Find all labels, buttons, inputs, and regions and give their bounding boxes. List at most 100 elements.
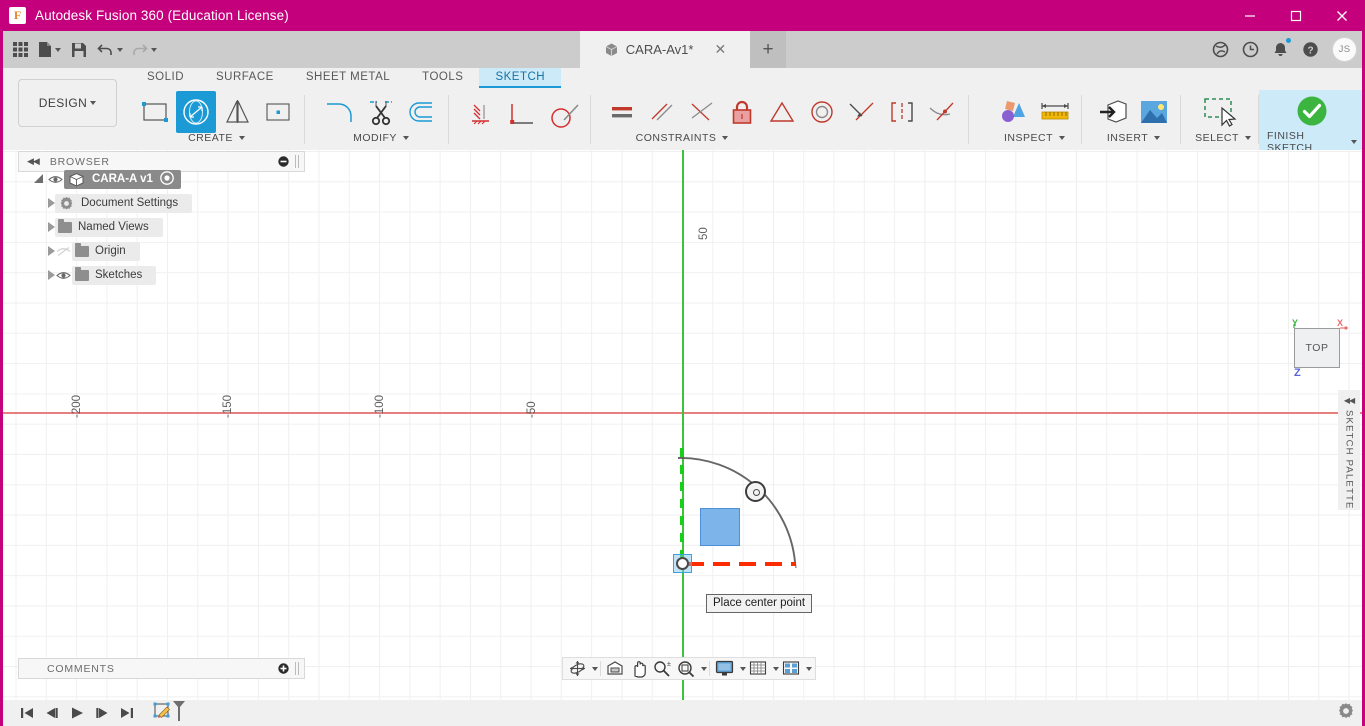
- equal-constraint-icon[interactable]: [762, 91, 802, 133]
- line-mirror-icon[interactable]: [217, 91, 257, 133]
- tree-row-origin[interactable]: Origin: [30, 239, 300, 263]
- chevron-down-icon[interactable]: [90, 101, 97, 105]
- redo-icon[interactable]: [127, 35, 161, 65]
- new-tab-button[interactable]: +: [750, 31, 786, 68]
- workspace-switcher-button[interactable]: DESIGN: [18, 79, 117, 127]
- tab-sheet-metal[interactable]: SHEET METAL: [290, 68, 406, 88]
- expand-triangle-open-icon[interactable]: [34, 173, 43, 183]
- expand-triangle-icon[interactable]: [48, 198, 55, 208]
- chevron-down-icon[interactable]: [592, 666, 598, 671]
- pan-icon[interactable]: [627, 658, 650, 679]
- chevron-down-icon[interactable]: [1351, 140, 1357, 144]
- tree-row-sketches-fill[interactable]: Sketches: [72, 265, 157, 285]
- help-icon[interactable]: ?: [1296, 35, 1324, 65]
- circle-icon[interactable]: [176, 91, 216, 133]
- horizontal-vertical-constraint-icon[interactable]: [602, 91, 642, 133]
- point-icon[interactable]: [258, 91, 298, 133]
- grid-snaps-icon[interactable]: [746, 658, 770, 679]
- offset-icon[interactable]: [402, 91, 442, 133]
- chevron-down-icon[interactable]: [722, 136, 729, 140]
- tree-row-named-views-fill[interactable]: Named Views: [55, 217, 163, 237]
- sketch-palette-collapsed[interactable]: ◀◀ SKETCH PALETTE: [1338, 390, 1360, 510]
- step-back-icon[interactable]: [39, 701, 64, 725]
- measure-icon[interactable]: [1035, 91, 1075, 133]
- interference-icon[interactable]: [994, 91, 1034, 133]
- chevron-down-icon[interactable]: [117, 47, 123, 52]
- tree-row-sketches[interactable]: Sketches: [30, 263, 300, 287]
- add-comment-button[interactable]: [278, 663, 289, 674]
- concentric-constraint-icon[interactable]: [802, 91, 842, 133]
- activate-component-radio[interactable]: [160, 170, 174, 188]
- expand-triangle-icon[interactable]: [48, 222, 55, 232]
- extensions-icon[interactable]: [1206, 35, 1234, 65]
- orbit-icon[interactable]: [566, 658, 589, 679]
- insert-derive-icon[interactable]: [1093, 91, 1133, 133]
- tab-solid[interactable]: SOLID: [131, 68, 200, 88]
- trim-icon[interactable]: [361, 91, 401, 133]
- minimize-button[interactable]: [1227, 0, 1273, 31]
- display-settings-icon[interactable]: [712, 658, 737, 679]
- app-grid-icon[interactable]: [6, 35, 34, 65]
- comments-bar[interactable]: COMMENTS: [18, 658, 305, 679]
- go-to-end-icon[interactable]: [114, 701, 139, 725]
- comments-resize-grip[interactable]: [295, 662, 300, 675]
- maximize-button[interactable]: [1273, 0, 1319, 31]
- zoom-icon[interactable]: ±: [650, 658, 674, 679]
- chevron-down-icon[interactable]: [402, 136, 409, 140]
- play-icon[interactable]: [64, 701, 89, 725]
- tree-row-document-settings-fill[interactable]: Document Settings: [55, 193, 193, 213]
- tab-sketch[interactable]: SKETCH: [479, 68, 562, 88]
- close-icon[interactable]: ✕: [714, 41, 726, 58]
- new-file-icon[interactable]: [34, 35, 65, 65]
- tree-row-document-settings[interactable]: Document Settings: [30, 191, 300, 215]
- collapse-left-icon[interactable]: ◀◀: [27, 156, 40, 167]
- rectangle-icon[interactable]: [135, 91, 175, 133]
- timeline-feature-sketch[interactable]: [151, 700, 185, 726]
- finish-sketch-check-icon[interactable]: [1277, 90, 1347, 132]
- tab-tools[interactable]: TOOLS: [406, 68, 479, 88]
- clock-icon[interactable]: [1236, 35, 1264, 65]
- step-forward-icon[interactable]: [89, 701, 114, 725]
- visibility-eye-icon[interactable]: [47, 172, 64, 187]
- chevron-down-icon[interactable]: [238, 136, 245, 140]
- perpendicular-constraint-icon[interactable]: [682, 91, 722, 133]
- tree-row-component[interactable]: CARA-A v1: [30, 167, 300, 191]
- curvature-constraint-icon[interactable]: [922, 91, 962, 133]
- chevron-down-icon[interactable]: [1154, 136, 1161, 140]
- expand-triangle-icon[interactable]: [48, 270, 55, 280]
- tab-surface[interactable]: SURFACE: [200, 68, 290, 88]
- panel-finish-sketch[interactable]: FINISH SKETCH: [1259, 90, 1365, 154]
- save-icon[interactable]: [65, 35, 93, 65]
- fillet-icon[interactable]: [320, 91, 360, 133]
- construction-line-icon[interactable]: [503, 95, 543, 137]
- visibility-eye-hidden-icon[interactable]: [55, 244, 72, 259]
- tree-row-named-views[interactable]: Named Views: [30, 215, 300, 239]
- viewports-icon[interactable]: [779, 658, 803, 679]
- symmetry-constraint-icon[interactable]: [882, 91, 922, 133]
- collapse-right-icon[interactable]: ◀◀: [1344, 396, 1355, 405]
- close-button[interactable]: [1319, 0, 1365, 31]
- chevron-down-icon[interactable]: [701, 666, 707, 671]
- chevron-down-icon[interactable]: [1059, 136, 1065, 140]
- insert-canvas-icon[interactable]: [1134, 91, 1174, 133]
- undo-icon[interactable]: [93, 35, 127, 65]
- chevron-down-icon[interactable]: [806, 666, 812, 671]
- bell-icon[interactable]: [1266, 35, 1294, 65]
- visibility-eye-icon[interactable]: [55, 268, 72, 283]
- avatar[interactable]: JS: [1332, 37, 1357, 62]
- timeline-settings-gear-icon[interactable]: [1337, 702, 1355, 725]
- browser-minus-button[interactable]: [278, 156, 289, 167]
- select-window-icon[interactable]: [1194, 91, 1252, 133]
- expand-triangle-icon[interactable]: [48, 246, 55, 256]
- go-to-beginning-icon[interactable]: [14, 701, 39, 725]
- sketch-dimension-icon[interactable]: [462, 95, 502, 137]
- document-tab[interactable]: CARA-Av1* ✕: [580, 31, 750, 68]
- chevron-down-icon[interactable]: [151, 47, 157, 52]
- tree-row-origin-fill[interactable]: Origin: [72, 241, 140, 261]
- chevron-down-icon[interactable]: [1244, 136, 1251, 140]
- slice-icon[interactable]: [544, 95, 584, 137]
- fix-unfix-constraint-icon[interactable]: [722, 91, 762, 133]
- parallel-constraint-icon[interactable]: [642, 91, 682, 133]
- tangent-constraint-icon[interactable]: [842, 91, 882, 133]
- chevron-down-icon[interactable]: [55, 47, 61, 52]
